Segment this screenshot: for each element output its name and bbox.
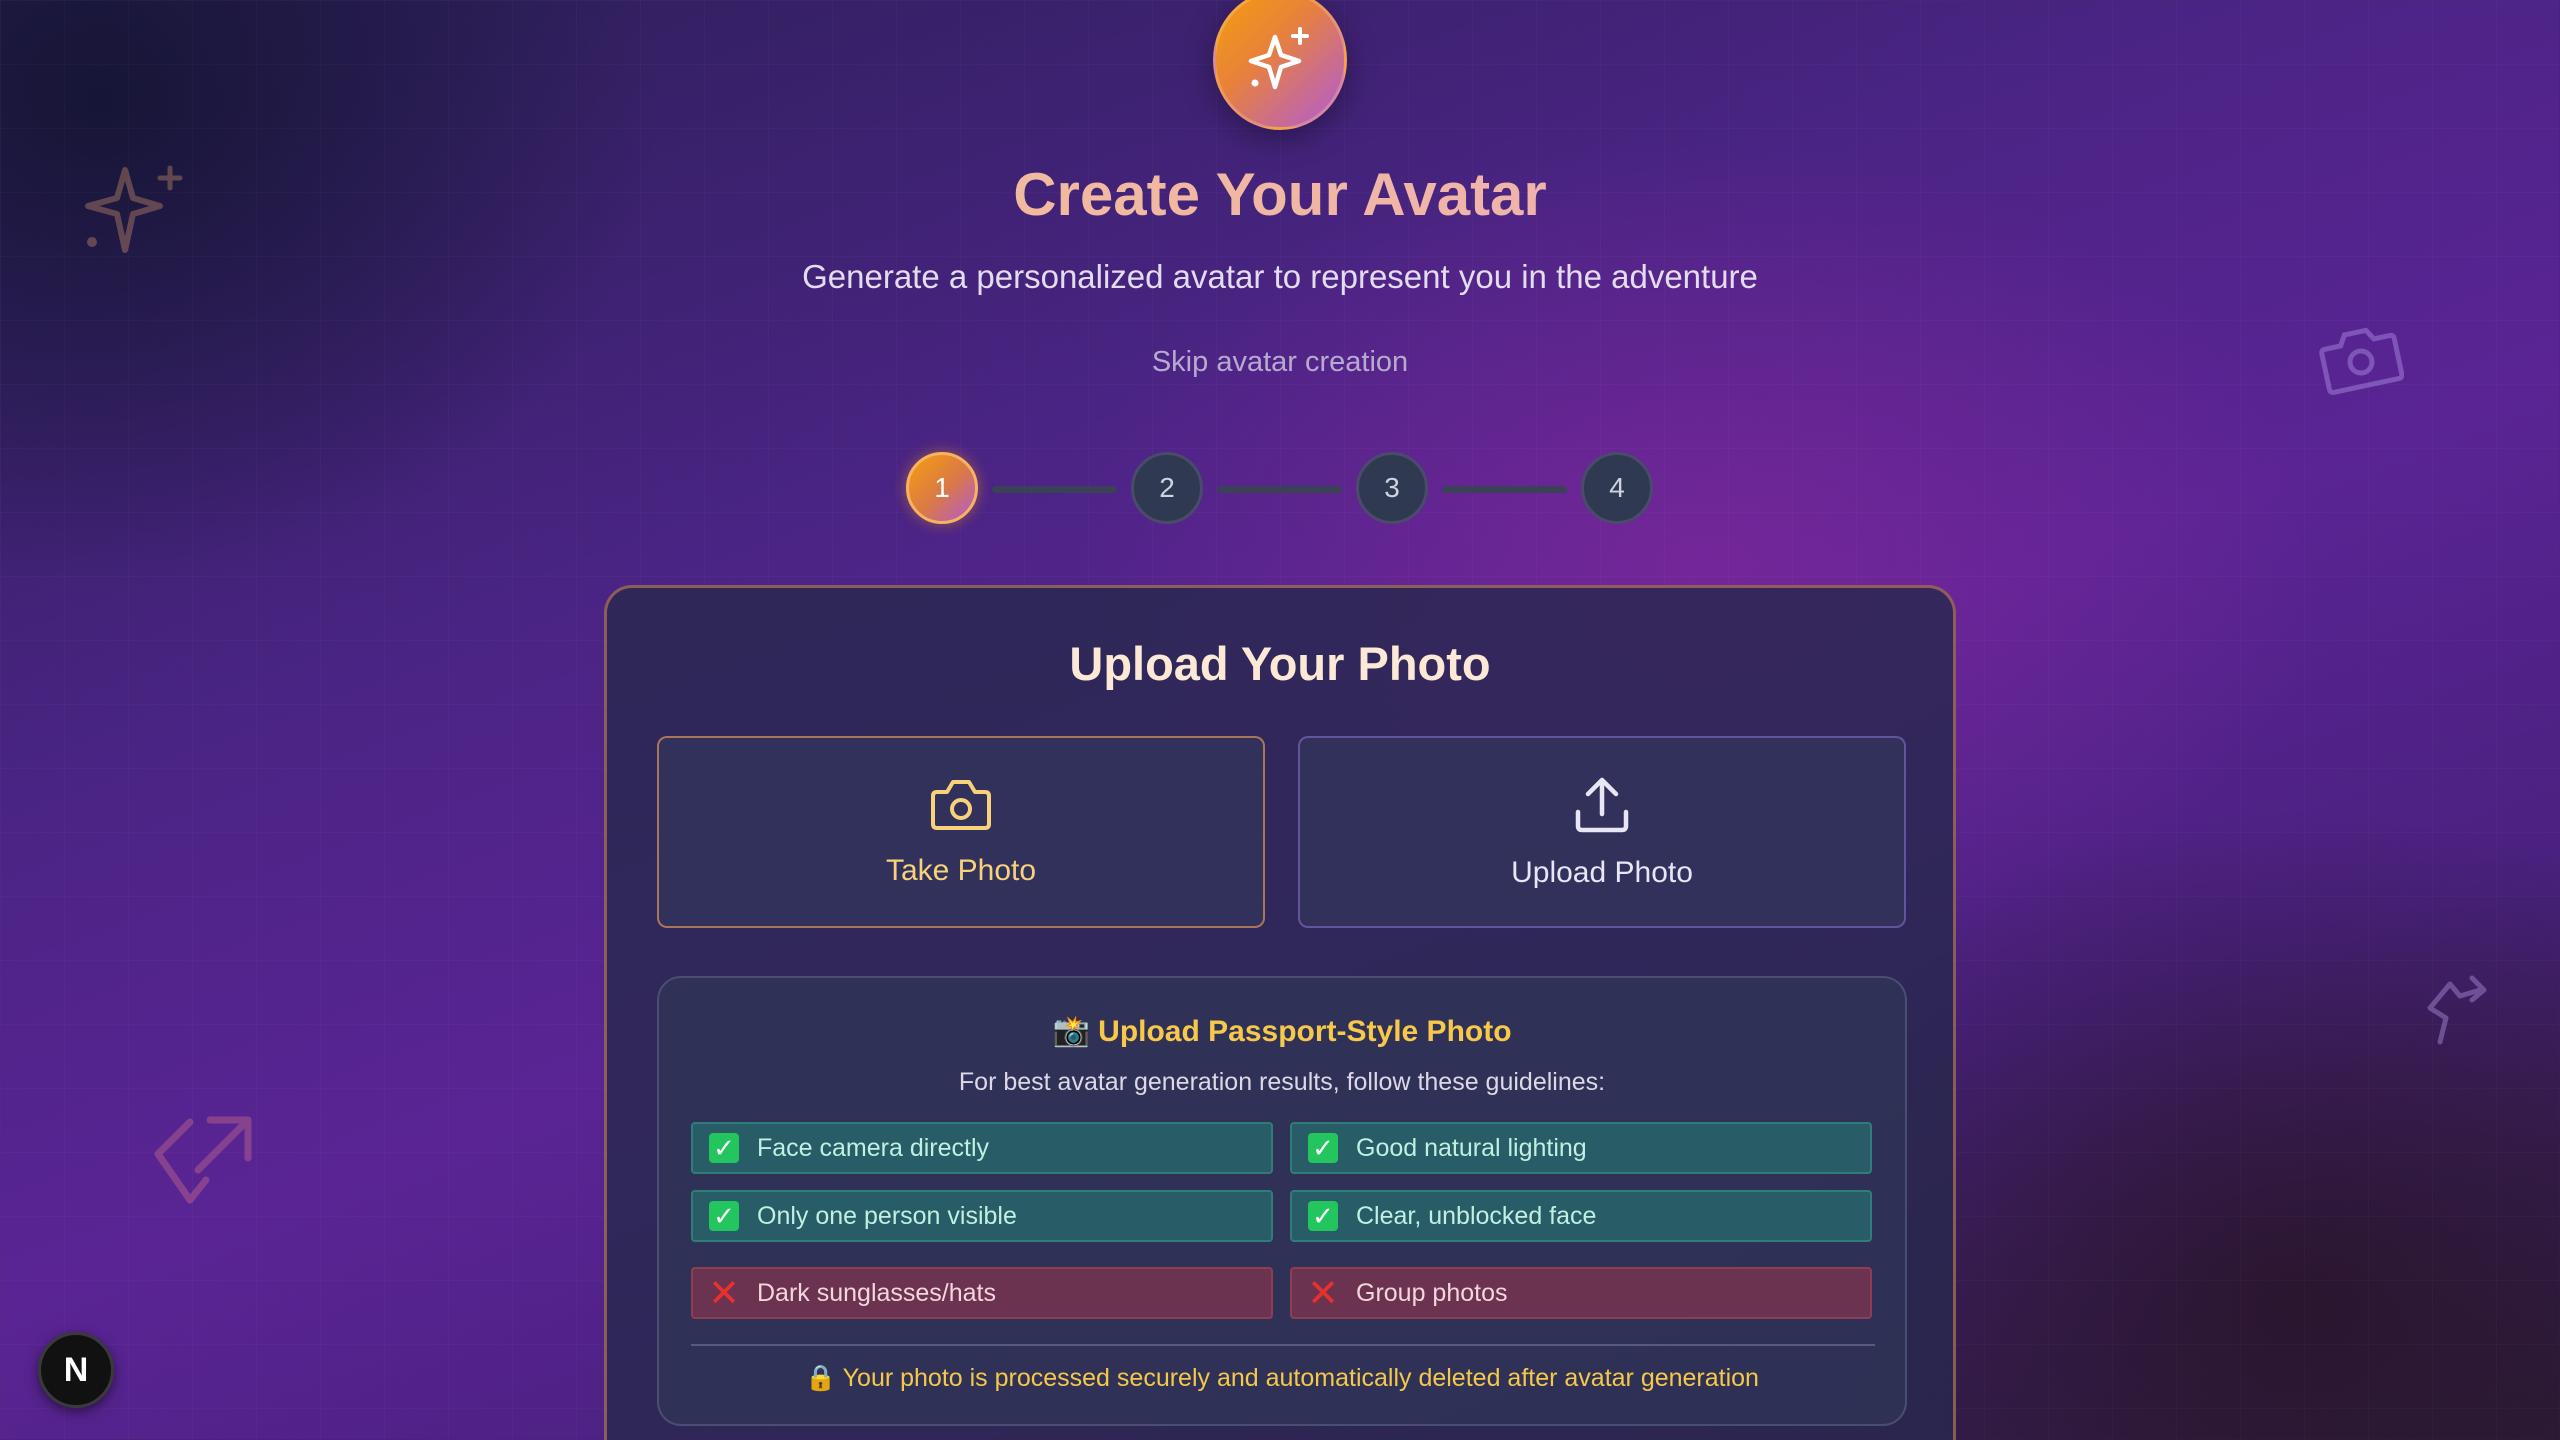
step-connector [1442, 486, 1567, 493]
guidelines-title-text: Upload Passport-Style Photo [1098, 1015, 1512, 1048]
guideline-do-item: ✓ Clear, unblocked face [1290, 1190, 1872, 1242]
step-connector [992, 486, 1117, 493]
guideline-dont-item: ✕ Group photos [1290, 1267, 1872, 1319]
upload-icon [1575, 777, 1629, 833]
cross-icon: ✕ [1307, 1272, 1339, 1315]
step-4: 4 [1581, 452, 1653, 524]
guidelines-divider [691, 1344, 1875, 1346]
sparkles-logo [1213, 0, 1347, 130]
guideline-do-item: ✓ Face camera directly [691, 1122, 1273, 1174]
privacy-note: 🔒 Your photo is processed securely and a… [659, 1364, 1905, 1393]
check-icon: ✓ [1308, 1133, 1338, 1163]
camera-decoration-icon [2319, 327, 2404, 395]
lock-icon: 🔒 [805, 1364, 837, 1392]
page-title: Create Your Avatar [0, 160, 2560, 229]
camera-icon [931, 780, 991, 830]
progress-stepper: 1 2 3 4 [906, 452, 1656, 528]
guidelines-title: 📸 Upload Passport-Style Photo [659, 1014, 1905, 1049]
step-connector [1217, 486, 1342, 493]
take-photo-button[interactable]: Take Photo [657, 736, 1265, 928]
page-subtitle: Generate a personalized avatar to repres… [802, 258, 1758, 295]
upload-photo-button[interactable]: Upload Photo [1298, 736, 1906, 928]
skip-avatar-link[interactable]: Skip avatar creation [1130, 346, 1430, 379]
guideline-text: Good natural lighting [1356, 1133, 1587, 1162]
nextjs-badge-button[interactable]: N [38, 1332, 114, 1408]
guideline-text: Face camera directly [757, 1133, 990, 1162]
step-3: 3 [1356, 452, 1428, 524]
guideline-do-item: ✓ Good natural lighting [1290, 1122, 1872, 1174]
check-icon: ✓ [709, 1133, 739, 1163]
sparkles-icon [1248, 27, 1309, 90]
check-icon: ✓ [1308, 1201, 1338, 1231]
take-photo-label: Take Photo [885, 854, 1037, 887]
photo-guidelines-panel: 📸 Upload Passport-Style Photo For best a… [657, 976, 1907, 1426]
camera-flash-icon: 📸 [1052, 1015, 1090, 1048]
route-decoration-icon [2427, 975, 2487, 1045]
guideline-do-item: ✓ Only one person visible [691, 1190, 1273, 1242]
arrow-decoration-icon [154, 1116, 252, 1204]
step-2: 2 [1131, 452, 1203, 524]
cross-icon: ✕ [708, 1272, 740, 1315]
guideline-text: Group photos [1356, 1278, 1508, 1307]
check-icon: ✓ [709, 1201, 739, 1231]
guidelines-subtitle: For best avatar generation results, foll… [958, 1068, 1606, 1096]
guideline-text: Clear, unblocked face [1356, 1201, 1597, 1230]
guideline-dont-item: ✕ Dark sunglasses/hats [691, 1267, 1273, 1319]
guideline-text: Dark sunglasses/hats [757, 1278, 997, 1307]
privacy-note-text: Your photo is processed securely and aut… [842, 1364, 1759, 1392]
step-1: 1 [906, 452, 978, 524]
upload-card: Upload Your Photo Take Photo Upload Phot… [604, 585, 1956, 1440]
upload-card-title: Upload Your Photo [1069, 637, 1491, 690]
guideline-text: Only one person visible [757, 1201, 1017, 1230]
upload-photo-label: Upload Photo [1511, 856, 1693, 889]
